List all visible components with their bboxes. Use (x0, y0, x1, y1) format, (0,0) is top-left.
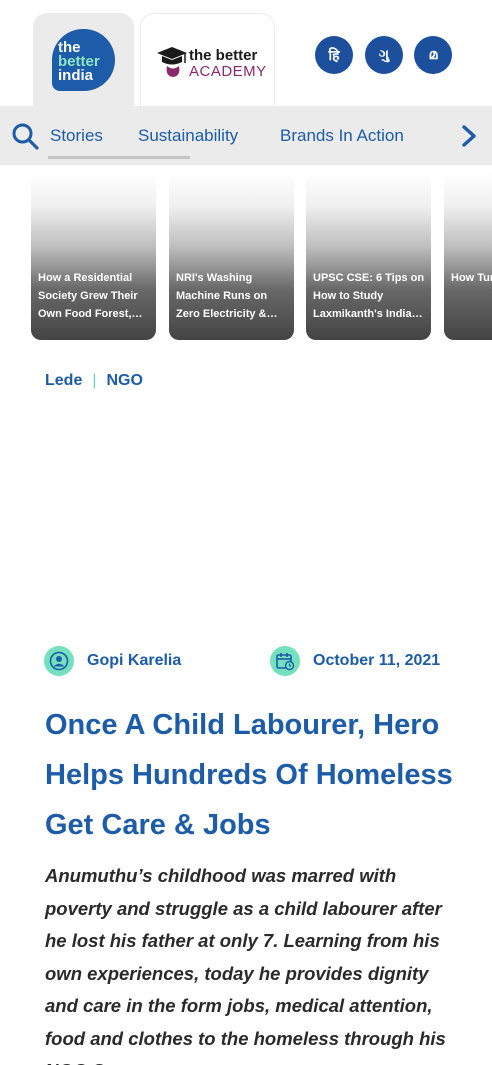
calendar-icon (270, 646, 300, 676)
tag-lede[interactable]: Lede (45, 372, 82, 389)
story-card[interactable]: How Turr Paa (444, 172, 492, 340)
nav-item-brands-in-action[interactable]: Brands In Action (280, 126, 404, 146)
tab-the-better-india[interactable]: the better india (33, 13, 134, 106)
nav-item-sustainability[interactable]: Sustainability (138, 126, 238, 146)
story-card[interactable]: UPSC CSE: 6 Tips on How to Study Laxmika… (306, 172, 431, 340)
tag-separator: | (92, 372, 97, 389)
category-nav: Stories Sustainability Brands In Action (0, 106, 492, 165)
article-headline: Once A Child Labourer, Hero Helps Hundre… (45, 709, 453, 841)
chevron-right-icon[interactable] (456, 122, 482, 150)
language-gujarati-button[interactable]: ગુ (365, 36, 403, 74)
publish-date: October 11, 2021 (313, 652, 441, 669)
story-card-title: NRI's Washing Machine Runs on Zero Elect… (176, 272, 278, 320)
brand-header: the better india the better ACADEMY हि ગ… (0, 0, 492, 106)
academy-title-line1: the better (189, 47, 258, 64)
search-icon[interactable] (11, 122, 39, 150)
article-page: the better india the better ACADEMY हि ગ… (0, 0, 492, 1065)
story-card[interactable]: NRI's Washing Machine Runs on Zero Elect… (169, 172, 294, 340)
story-card[interactable]: How a Residential Society Grew Their Own… (31, 172, 156, 340)
story-card-title: How Turr Paa (451, 272, 492, 284)
article-excerpt: Anumuthu’s childhood was marred with pov… (45, 865, 446, 1065)
tag-ngo[interactable]: NGO (107, 372, 143, 389)
story-card-title: How a Residential Society Grew Their Own… (38, 272, 143, 320)
story-card-title: UPSC CSE: 6 Tips on How to Study Laxmika… (313, 272, 425, 320)
graduation-cap-icon (157, 47, 187, 77)
language-malayalam-button[interactable]: മ (414, 36, 452, 74)
tab-the-better-academy[interactable]: the better ACADEMY (140, 13, 275, 106)
language-hindi-button[interactable]: हि (315, 36, 353, 74)
author-name[interactable]: Gopi Karelia (87, 652, 181, 670)
nav-item-stories[interactable]: Stories (50, 126, 103, 146)
author-icon (44, 646, 74, 676)
active-tab-indicator (48, 156, 190, 159)
the-better-academy-logo: the better ACADEMY (155, 44, 267, 80)
logo-word-india: india (58, 67, 94, 84)
academy-title-line2: ACADEMY (189, 63, 267, 80)
article-tags: Lede | NGO (45, 372, 143, 390)
story-carousel: How a Residential Society Grew Their Own… (31, 172, 492, 340)
the-better-india-logo: the better india (52, 29, 115, 91)
